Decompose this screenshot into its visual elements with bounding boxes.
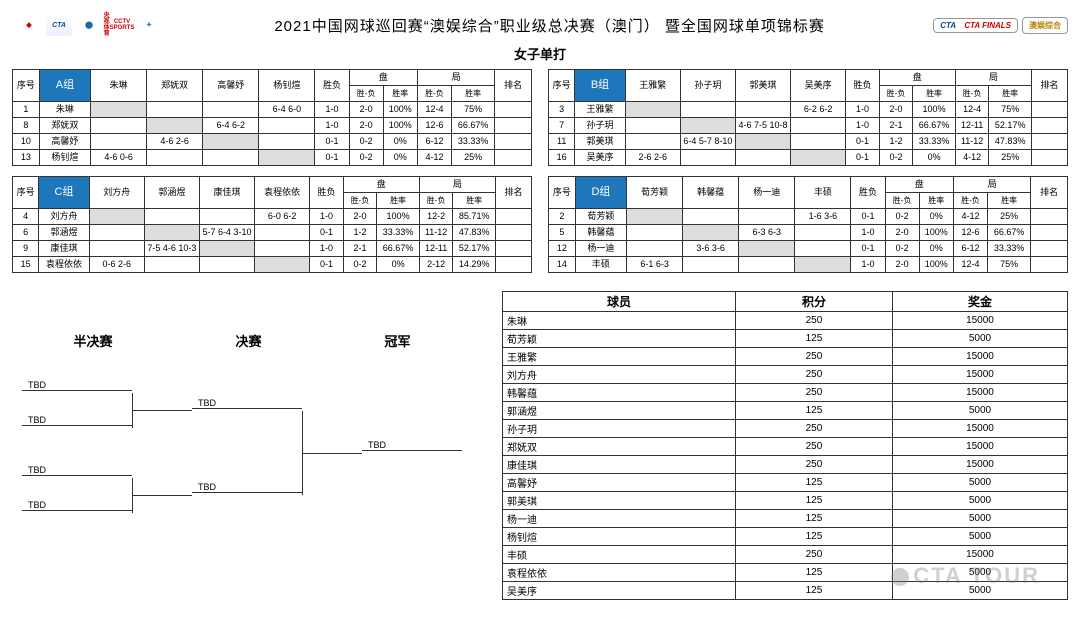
group-row: 14丰硕6-1 6-31-02-0100%12-475% bbox=[549, 257, 1068, 273]
bracket-section: 半决赛 决赛 冠军 TBD TBD TBD TBD TBD TBD TBD bbox=[12, 291, 472, 600]
group-row: 4刘方舟6-0 6-21-02-0100%12-285.71% bbox=[13, 209, 532, 225]
page-title: 2021中国网球巡回赛“澳娱综合”职业级总决赛（澳门） 暨全国网球单项锦标赛 bbox=[172, 15, 927, 36]
logo-sjm-icon: 澳娱综合 bbox=[1022, 17, 1068, 34]
group-row: 10高馨妤4-6 2-60-10-20%6-1233.33% bbox=[13, 134, 532, 150]
group-row: 5韩馨蕴6-3 6-31-02-0100%12-666.67% bbox=[549, 225, 1068, 241]
group-table-A: 序号A组朱琳郑妩双高馨妤杨钊煊胜负盘局排名胜-负胜率胜-负胜率1朱琳6-4 6-… bbox=[12, 69, 532, 166]
group-table-D: 序号D组荀芳颖韩馨蕴杨一迪丰硕胜负盘局排名胜-负胜率胜-负胜率2荀芳颖1-6 3… bbox=[548, 176, 1068, 273]
points-row: 康佳琪25015000 bbox=[503, 456, 1068, 474]
group-row: 2荀芳颖1-6 3-60-10-20%4-1225% bbox=[549, 209, 1068, 225]
col-player: 球员 bbox=[503, 292, 736, 312]
points-row: 郑妩双25015000 bbox=[503, 438, 1068, 456]
f-slot-1: TBD bbox=[192, 398, 302, 409]
group-row: 15袁程依依0-6 2-60-10-20%2-1214.29% bbox=[13, 257, 532, 273]
sf-slot-1: TBD bbox=[22, 380, 132, 391]
points-row: 韩馨蕴25015000 bbox=[503, 384, 1068, 402]
points-row: 杨一迪1255000 bbox=[503, 510, 1068, 528]
cctv-en: CCTV SPORTS bbox=[110, 19, 135, 31]
points-row: 郭美琪1255000 bbox=[503, 492, 1068, 510]
header: ◆ CTA ⬤ 央视体育CCTV SPORTS ✦ 2021中国网球巡回赛“澳娱… bbox=[12, 8, 1068, 42]
logo-cctv-icon: 央视体育CCTV SPORTS bbox=[106, 14, 132, 36]
group-row: 8郑妩双6-4 6-21-02-0100%12-666.67% bbox=[13, 118, 532, 134]
points-table: 球员 积分 奖金 朱琳25015000荀芳颖1255000王雅繁25015000… bbox=[502, 291, 1068, 600]
watermark: CTA TOUR bbox=[891, 563, 1040, 589]
group-B: 序号B组王雅繁孙子玥郭美琪吴美序胜负盘局排名胜-负胜率胜-负胜率3王雅繁6-2 … bbox=[548, 69, 1068, 166]
sf-slot-3: TBD bbox=[22, 465, 132, 476]
logo-cta-icon: CTA bbox=[46, 14, 72, 36]
points-row: 杨钊煊1255000 bbox=[503, 528, 1068, 546]
standings-section: 球员 积分 奖金 朱琳25015000荀芳颖1255000王雅繁25015000… bbox=[502, 291, 1068, 600]
points-row: 荀芳颖1255000 bbox=[503, 330, 1068, 348]
points-row: 高馨妤1255000 bbox=[503, 474, 1068, 492]
logo-finals-icon: CTA CTA FINALS bbox=[933, 18, 1018, 33]
group-table-B: 序号B组王雅繁孙子玥郭美琪吴美序胜负盘局排名胜-负胜率胜-负胜率3王雅繁6-2 … bbox=[548, 69, 1068, 166]
label-final: 决赛 bbox=[235, 331, 261, 350]
group-A: 序号A组朱琳郑妩双高馨妤杨钊煊胜负盘局排名胜-负胜率胜-负胜率1朱琳6-4 6-… bbox=[12, 69, 532, 166]
group-row: 6郭涵煜5-7 6-4 3-100-11-233.33%11-1247.83% bbox=[13, 225, 532, 241]
group-row: 13杨钊煊4-6 0-60-10-20%4-1225% bbox=[13, 150, 532, 166]
label-champion: 冠军 bbox=[384, 331, 410, 350]
points-row: 丰硕25015000 bbox=[503, 546, 1068, 564]
champion-slot: TBD bbox=[362, 440, 462, 451]
sf-slot-4: TBD bbox=[22, 500, 132, 511]
group-row: 12杨一迪3-6 3-60-10-20%6-1233.33% bbox=[549, 241, 1068, 257]
watermark-icon bbox=[891, 568, 909, 586]
logos-right: CTA CTA FINALS 澳娱综合 bbox=[933, 17, 1068, 34]
group-row: 3王雅繁6-2 6-21-02-0100%12-475% bbox=[549, 102, 1068, 118]
group-row: 11郭美琪6-4 5-7 8-100-11-233.33%11-1247.83% bbox=[549, 134, 1068, 150]
logo-federation-icon: ◆ bbox=[16, 14, 42, 36]
logo-misc-icon: ✦ bbox=[136, 14, 162, 36]
group-row: 16吴美序2-6 2-60-10-20%4-1225% bbox=[549, 150, 1068, 166]
points-row: 孙子玥25015000 bbox=[503, 420, 1068, 438]
label-semifinal: 半决赛 bbox=[73, 331, 112, 350]
finals-text: CTA FINALS bbox=[964, 21, 1011, 30]
subtitle: 女子单打 bbox=[12, 44, 1068, 63]
bracket-diagram: TBD TBD TBD TBD TBD TBD TBD bbox=[12, 360, 472, 540]
group-row: 7孙子玥4-6 7-5 10-81-02-166.67%12-1152.17% bbox=[549, 118, 1068, 134]
logo-tour-icon: ⬤ bbox=[76, 14, 102, 36]
group-D: 序号D组荀芳颖韩馨蕴杨一迪丰硕胜负盘局排名胜-负胜率胜-负胜率2荀芳颖1-6 3… bbox=[548, 176, 1068, 273]
group-row: 1朱琳6-4 6-01-02-0100%12-475% bbox=[13, 102, 532, 118]
f-slot-2: TBD bbox=[192, 482, 302, 493]
groups-container: 序号A组朱琳郑妩双高馨妤杨钊煊胜负盘局排名胜-负胜率胜-负胜率1朱琳6-4 6-… bbox=[12, 69, 1068, 283]
points-row: 郭涵煜1255000 bbox=[503, 402, 1068, 420]
logos-left: ◆ CTA ⬤ 央视体育CCTV SPORTS ✦ bbox=[12, 12, 166, 38]
group-C: 序号C组刘方舟郭涵煜康佳琪袁程依依胜负盘局排名胜-负胜率胜-负胜率4刘方舟6-0… bbox=[12, 176, 532, 273]
points-row: 王雅繁25015000 bbox=[503, 348, 1068, 366]
col-points: 积分 bbox=[735, 292, 892, 312]
group-table-C: 序号C组刘方舟郭涵煜康佳琪袁程依依胜负盘局排名胜-负胜率胜-负胜率4刘方舟6-0… bbox=[12, 176, 532, 273]
sf-slot-2: TBD bbox=[22, 415, 132, 426]
points-row: 刘方舟25015000 bbox=[503, 366, 1068, 384]
col-prize: 奖金 bbox=[892, 292, 1067, 312]
points-row: 朱琳25015000 bbox=[503, 312, 1068, 330]
group-row: 9康佳琪7-5 4-6 10-31-02-166.67%12-1152.17% bbox=[13, 241, 532, 257]
